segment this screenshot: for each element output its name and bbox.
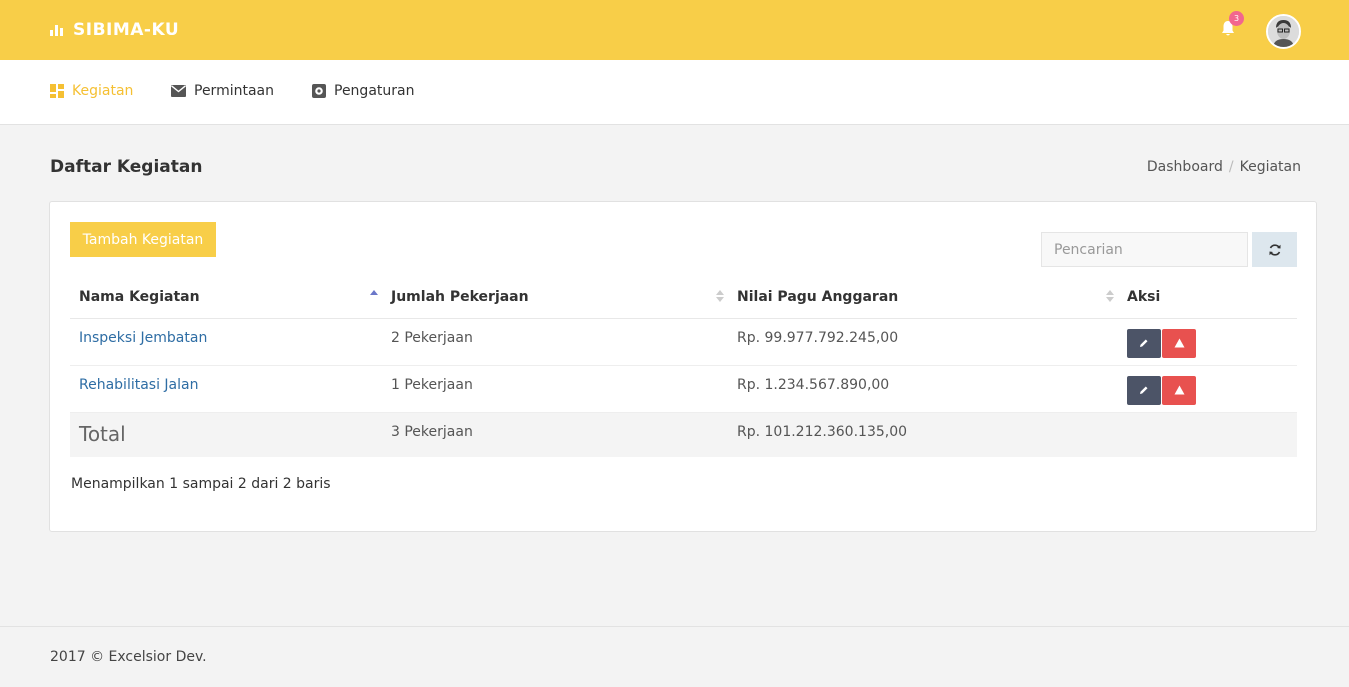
- column-header-label: Aksi: [1127, 289, 1161, 306]
- cell-aksi: [1118, 365, 1297, 413]
- delete-button[interactable]: [1162, 328, 1196, 358]
- avatar[interactable]: [1266, 14, 1301, 49]
- total-nilai: Rp. 101.212.360.135,00: [728, 412, 1118, 457]
- pagination-info: Menampilkan 1 sampai 2 dari 2 baris: [71, 476, 331, 492]
- pencil-icon: [1140, 386, 1148, 394]
- refresh-button[interactable]: [1252, 232, 1297, 267]
- kegiatan-card: Tambah Kegiatan Nama Kegiatan Jumlah Pek…: [49, 201, 1317, 532]
- column-header-nama[interactable]: Nama Kegiatan: [70, 277, 382, 319]
- dashboard-grid-icon: [50, 84, 64, 98]
- pencil-icon: [1140, 339, 1148, 347]
- gear-icon: [312, 84, 326, 98]
- breadcrumb: Dashboard / Kegiatan: [1147, 159, 1301, 175]
- column-header-label: Jumlah Pekerjaan: [391, 289, 529, 306]
- footer: 2017 © Excelsior Dev.: [0, 626, 1349, 687]
- refresh-icon: [1269, 243, 1280, 256]
- envelope-icon: [171, 85, 186, 97]
- nav-item-pengaturan[interactable]: Pengaturan: [312, 83, 414, 99]
- kegiatan-table: Nama Kegiatan Jumlah Pekerjaan Nilai Pag…: [70, 277, 1297, 457]
- table-row: Inspeksi Jembatan 2 Pekerjaan Rp. 99.977…: [70, 318, 1297, 366]
- cell-jumlah: 1 Pekerjaan: [382, 365, 728, 413]
- sort-icon: [716, 290, 724, 304]
- column-header-label: Nama Kegiatan: [79, 289, 200, 306]
- notification-badge: 3: [1229, 11, 1244, 26]
- table-row: Rehabilitasi Jalan 1 Pekerjaan Rp. 1.234…: [70, 365, 1297, 413]
- column-header-jumlah[interactable]: Jumlah Pekerjaan: [382, 277, 728, 319]
- edit-button[interactable]: [1127, 328, 1161, 358]
- column-header-aksi: Aksi: [1118, 277, 1297, 319]
- sort-icon: [1106, 290, 1114, 304]
- cell-aksi: [1118, 318, 1297, 366]
- total-jumlah: 3 Pekerjaan: [382, 412, 728, 457]
- nav-label: Kegiatan: [72, 83, 134, 99]
- breadcrumb-current: Kegiatan: [1239, 159, 1301, 175]
- top-bar: SIBIMA-KU 3: [0, 0, 1349, 60]
- total-aksi: [1118, 412, 1297, 457]
- nav-label: Pengaturan: [334, 83, 415, 99]
- warning-icon: [1174, 338, 1184, 348]
- bar-chart-icon: [50, 24, 63, 36]
- nav-item-kegiatan[interactable]: Kegiatan: [50, 83, 133, 99]
- kegiatan-link[interactable]: Inspeksi Jembatan: [79, 330, 207, 346]
- page-title: Daftar Kegiatan: [50, 157, 203, 177]
- total-label: Total: [70, 412, 382, 457]
- sort-ascending-icon: [370, 290, 378, 304]
- search-input[interactable]: [1041, 232, 1248, 267]
- nav-label: Permintaan: [194, 83, 274, 99]
- cell-nilai: Rp. 99.977.792.245,00: [728, 318, 1118, 366]
- cell-nilai: Rp. 1.234.567.890,00: [728, 365, 1118, 413]
- footer-copyright: 2017 © Excelsior Dev.: [50, 649, 207, 665]
- brand-logo[interactable]: SIBIMA-KU: [50, 20, 179, 40]
- cell-nama: Rehabilitasi Jalan: [70, 365, 382, 413]
- breadcrumb-dashboard[interactable]: Dashboard: [1147, 159, 1223, 175]
- table-header-row: Nama Kegiatan Jumlah Pekerjaan Nilai Pag…: [70, 277, 1297, 319]
- edit-button[interactable]: [1127, 375, 1161, 405]
- total-row: Total 3 Pekerjaan Rp. 101.212.360.135,00: [70, 412, 1297, 457]
- breadcrumb-separator: /: [1228, 159, 1234, 175]
- cell-jumlah: 2 Pekerjaan: [382, 318, 728, 366]
- cell-nama: Inspeksi Jembatan: [70, 318, 382, 366]
- column-header-label: Nilai Pagu Anggaran: [737, 289, 899, 306]
- main-nav: Kegiatan Permintaan Pengaturan: [0, 60, 1349, 125]
- column-header-nilai[interactable]: Nilai Pagu Anggaran: [728, 277, 1118, 319]
- warning-icon: [1174, 385, 1184, 395]
- brand-name: SIBIMA-KU: [73, 20, 180, 40]
- nav-item-permintaan[interactable]: Permintaan: [171, 83, 274, 99]
- delete-button[interactable]: [1162, 375, 1196, 405]
- add-kegiatan-button[interactable]: Tambah Kegiatan: [70, 222, 216, 257]
- kegiatan-link[interactable]: Rehabilitasi Jalan: [79, 377, 198, 393]
